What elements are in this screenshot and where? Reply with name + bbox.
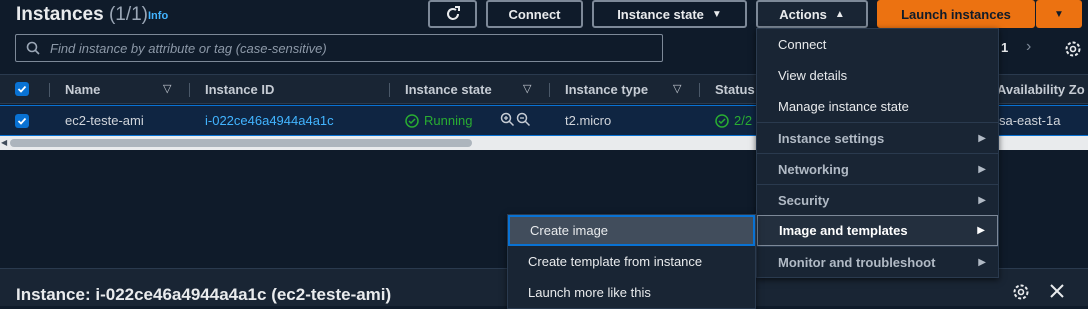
search-icon — [26, 41, 40, 55]
status-check-cell: 2/2 — [715, 113, 752, 128]
column-header-name[interactable]: Name — [65, 82, 100, 97]
zoom-out-icon[interactable] — [516, 112, 531, 127]
success-check-icon — [715, 113, 729, 128]
image-templates-submenu: Create image Create template from instan… — [507, 214, 756, 309]
actions-button[interactable]: Actions ▲ — [756, 0, 868, 28]
submenu-item-create-image[interactable]: Create image — [508, 215, 755, 246]
caret-up-icon: ▲ — [834, 8, 845, 20]
submenu-arrow-icon: ▶ — [978, 256, 986, 268]
menu-item-monitor-and-troubleshoot[interactable]: Monitor and troubleshoot ▶ — [757, 246, 998, 277]
search-box[interactable] — [15, 34, 663, 62]
menu-item-instance-settings[interactable]: Instance settings ▶ — [757, 122, 998, 153]
instance-state-cell: Running — [405, 113, 472, 128]
submenu-arrow-icon: ▶ — [978, 132, 986, 144]
row-checkbox[interactable] — [15, 114, 29, 128]
submenu-item-launch-more[interactable]: Launch more like this — [508, 277, 755, 308]
menu-item-networking[interactable]: Networking ▶ — [757, 153, 998, 184]
availability-zone: sa-east-1a — [999, 113, 1061, 128]
filter-icon[interactable]: ▽ — [523, 82, 531, 95]
filter-icon[interactable]: ▽ — [163, 82, 171, 95]
instance-type: t2.micro — [565, 113, 612, 128]
caret-down-icon: ▼ — [711, 8, 722, 20]
submenu-arrow-icon: ▶ — [978, 163, 986, 175]
chevron-right-icon[interactable]: › — [1026, 38, 1031, 56]
info-link[interactable]: Info — [148, 10, 168, 22]
search-input[interactable] — [48, 39, 652, 57]
settings-icon[interactable] — [1012, 283, 1030, 306]
detail-panel-title: Instance: i-022ce46a4944a4a1c (ec2-teste… — [16, 285, 392, 304]
zoom-controls — [500, 112, 531, 127]
settings-icon[interactable] — [1064, 40, 1082, 63]
submenu-arrow-icon: ▶ — [977, 225, 985, 236]
menu-item-image-and-templates[interactable]: Image and templates ▶ — [757, 215, 998, 246]
connect-button[interactable]: Connect — [486, 0, 583, 28]
instance-count: (1/1) — [108, 4, 149, 25]
caret-down-icon: ▼ — [1054, 8, 1064, 20]
launch-instances-button[interactable]: Launch instances — [877, 0, 1035, 28]
success-check-icon — [405, 113, 419, 128]
launch-dropdown-button[interactable]: ▼ — [1036, 0, 1082, 28]
checkmark-icon — [17, 85, 27, 93]
menu-item-connect[interactable]: Connect — [757, 29, 998, 60]
column-header-availability-zone[interactable]: Availability Zo — [997, 82, 1085, 97]
column-header-instance-id[interactable]: Instance ID — [205, 82, 274, 97]
zoom-in-icon[interactable] — [500, 112, 515, 127]
page-title: Instances (1/1) — [16, 4, 149, 25]
column-header-instance-state[interactable]: Instance state — [405, 82, 492, 97]
refresh-button[interactable] — [428, 0, 477, 28]
submenu-item-create-template[interactable]: Create template from instance — [508, 246, 755, 277]
menu-item-manage-instance-state[interactable]: Manage instance state — [757, 91, 998, 122]
column-header-instance-type[interactable]: Instance type — [565, 82, 648, 97]
submenu-arrow-icon: ▶ — [978, 194, 986, 206]
page-number[interactable]: 1 — [1001, 40, 1008, 55]
filter-icon[interactable]: ▽ — [673, 82, 681, 95]
select-all-checkbox[interactable] — [15, 82, 29, 96]
menu-item-security[interactable]: Security ▶ — [757, 184, 998, 215]
menu-item-view-details[interactable]: View details — [757, 60, 998, 91]
instance-state-button[interactable]: Instance state ▼ — [592, 0, 747, 28]
scrollbar-thumb[interactable] — [10, 139, 472, 147]
refresh-icon — [446, 6, 460, 20]
close-icon[interactable] — [1048, 282, 1066, 305]
column-header-status[interactable]: Status — [715, 82, 755, 97]
instance-name: ec2-teste-ami — [65, 113, 144, 128]
actions-menu: Connect View details Manage instance sta… — [756, 28, 999, 278]
checkmark-icon — [17, 117, 27, 125]
scroll-left-icon[interactable]: ◀ — [1, 138, 7, 147]
instance-id-link[interactable]: i-022ce46a4944a4a1c — [205, 113, 334, 128]
